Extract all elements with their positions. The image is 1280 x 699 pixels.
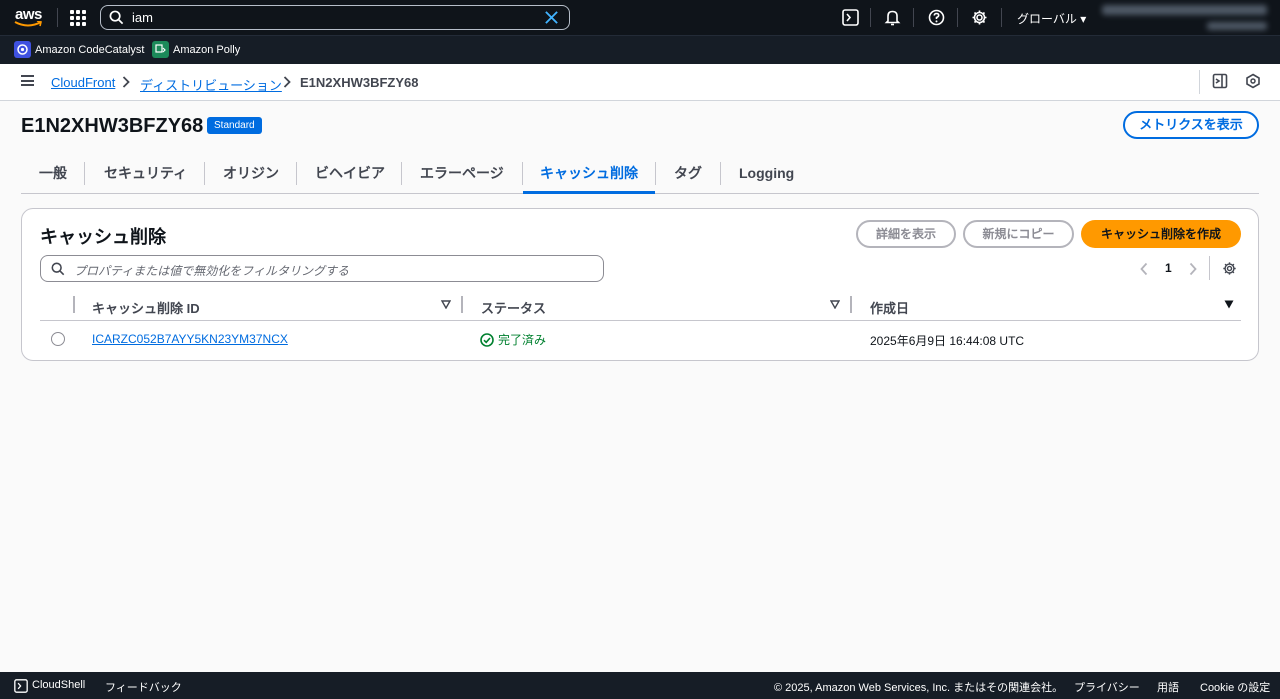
sort-icon[interactable] [441, 300, 451, 309]
divider [1209, 256, 1210, 280]
feedback-link[interactable]: フィードバック [105, 679, 182, 695]
chevron-right-icon [283, 76, 291, 88]
terms-link[interactable]: 用語 [1157, 679, 1179, 695]
codecatalyst-icon [14, 41, 31, 58]
tab-divider [522, 162, 523, 185]
tab-general[interactable]: 一般 [39, 159, 67, 193]
q-assistant-icon[interactable] [1245, 73, 1261, 89]
invalidation-id-link[interactable]: ICARZC052B7AYY5KN23YM37NCX [92, 332, 288, 346]
divider [1199, 70, 1200, 94]
tab-security[interactable]: セキュリティ [104, 159, 187, 193]
region-selector[interactable]: グローバル ▾ [1017, 10, 1086, 27]
footer: CloudShell フィードバック © 2025, Amazon Web Se… [0, 672, 1280, 699]
search-icon [51, 262, 65, 276]
breadcrumb-current: E1N2XHW3BFZY68 [300, 75, 419, 90]
nav-divider [870, 8, 871, 27]
chevron-right-icon [122, 76, 130, 88]
cloudshell-link[interactable]: CloudShell [32, 679, 85, 691]
tab-origins[interactable]: オリジン [223, 159, 279, 193]
account-menu-blurred[interactable] [1102, 5, 1267, 15]
copyright-text: © 2025, Amazon Web Services, Inc. またはその関… [774, 682, 1064, 694]
active-tab-indicator [523, 191, 655, 194]
favorite-polly[interactable]: Amazon Polly [152, 41, 240, 58]
invalidations-table-container: キャッシュ削除 詳細を表示 新規にコピー キャッシュ削除を作成 プロパティまたは… [21, 208, 1259, 361]
container-title: キャッシュ削除 [40, 227, 166, 247]
table-header-line [40, 320, 1241, 321]
account-id-blurred [1207, 22, 1267, 30]
view-details-button[interactable]: 詳細を表示 [856, 220, 956, 248]
nav-divider [1001, 8, 1002, 27]
column-divider [850, 296, 852, 313]
next-page-icon[interactable] [1188, 262, 1198, 276]
create-invalidation-button[interactable]: キャッシュ削除を作成 [1081, 220, 1241, 248]
side-panel-icon[interactable] [1212, 73, 1228, 89]
region-label: グローバル [1017, 12, 1077, 26]
clear-search-icon[interactable] [544, 10, 559, 25]
cookie-settings-link[interactable]: Cookie の設定 [1200, 679, 1270, 695]
tab-invalidations[interactable]: キャッシュ削除 [540, 159, 638, 193]
search-value: iam [132, 10, 153, 25]
column-header-invalidation-id[interactable]: キャッシュ削除 ID [92, 298, 200, 317]
breadcrumb-bar: CloudFront ディストリビューション E1N2XHW3BFZY68 [0, 64, 1280, 101]
tab-divider [296, 162, 297, 185]
cloudshell-icon[interactable] [14, 679, 28, 693]
search-icon [109, 10, 124, 25]
caret-down-icon: ▾ [1080, 12, 1087, 26]
view-metrics-button[interactable]: メトリクスを表示 [1123, 111, 1259, 139]
distribution-type-badge: Standard [207, 117, 262, 134]
column-header-created[interactable]: 作成日 [870, 298, 909, 317]
tab-logging[interactable]: Logging [739, 159, 794, 193]
row-select-radio[interactable] [51, 332, 65, 346]
table-preferences-gear-icon[interactable] [1222, 261, 1237, 276]
previous-page-icon[interactable] [1139, 262, 1149, 276]
success-check-icon [480, 332, 494, 347]
tab-error-pages[interactable]: エラーページ [420, 159, 504, 193]
services-grid-icon[interactable] [70, 10, 86, 26]
tab-tags[interactable]: タグ [674, 159, 702, 193]
status-badge: 完了済み [480, 331, 546, 348]
notifications-bell-icon[interactable] [884, 9, 901, 26]
settings-gear-icon[interactable] [971, 9, 988, 26]
column-divider [461, 296, 463, 313]
current-page-number[interactable]: 1 [1165, 261, 1172, 275]
search-input[interactable]: iam [100, 5, 570, 30]
favorites-bar: Amazon CodeCatalyst Amazon Polly [0, 35, 1280, 64]
favorite-label: Amazon CodeCatalyst [35, 43, 145, 56]
column-divider [73, 296, 75, 313]
distribution-tabs: 一般 セキュリティ オリジン ビヘイビア エラーページ キャッシュ削除 タグ L… [21, 159, 1259, 194]
filter-input[interactable]: プロパティまたは値で無効化をフィルタリングする [40, 255, 604, 282]
breadcrumb-cloudfront[interactable]: CloudFront [51, 75, 115, 90]
sort-icon[interactable] [830, 300, 840, 309]
nav-divider [957, 8, 958, 27]
nav-divider [57, 8, 58, 27]
polly-icon [152, 41, 169, 58]
privacy-link[interactable]: プライバシー [1074, 679, 1140, 695]
page-title: E1N2XHW3BFZY68 [21, 115, 204, 137]
aws-logo[interactable]: aws [14, 5, 44, 29]
status-text: 完了済み [498, 333, 547, 347]
cloudshell-icon[interactable] [842, 9, 859, 26]
help-icon[interactable] [928, 9, 945, 26]
tab-divider [401, 162, 402, 185]
filter-placeholder: プロパティまたは値で無効化をフィルタリングする [74, 264, 350, 278]
tab-behaviors[interactable]: ビヘイビア [315, 159, 385, 193]
created-date: 2025年6月9日 16:44:08 UTC [870, 334, 1025, 348]
tab-divider [84, 162, 85, 185]
menu-icon[interactable] [21, 75, 34, 86]
tab-divider [720, 162, 721, 185]
tab-divider [204, 162, 205, 185]
sort-descending-icon[interactable] [1224, 300, 1234, 309]
breadcrumb-distributions[interactable]: ディストリビューション [140, 75, 282, 94]
favorite-codecatalyst[interactable]: Amazon CodeCatalyst [14, 41, 144, 58]
favorite-label: Amazon Polly [173, 43, 241, 56]
tab-divider [655, 162, 656, 185]
copy-to-new-button[interactable]: 新規にコピー [963, 220, 1074, 248]
nav-divider [913, 8, 914, 27]
top-navigation: aws iam グローバル ▾ [0, 0, 1280, 35]
column-header-status[interactable]: ステータス [481, 298, 546, 317]
